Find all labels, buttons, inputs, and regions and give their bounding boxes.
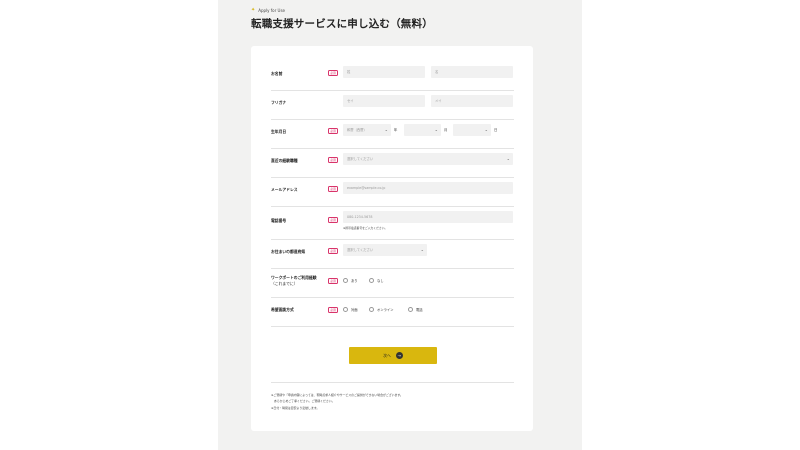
birthdate-label: 生年月日 [271,129,287,134]
birth-year-value: 和暦（西暦） [347,128,367,132]
occupation-select[interactable]: 選択してください ⌄ [343,153,513,165]
prefecture-select[interactable]: 選択してください ⌄ [343,244,427,256]
occupation-value: 選択してください [347,157,374,161]
form-row-prefecture: お住まいの都道府県 必須 選択してください ⌄ [271,239,514,269]
radio-interview-phone[interactable]: 電話 [408,307,423,312]
first-name-input[interactable]: 名 [431,66,513,78]
name-label: お名前 [271,71,283,76]
sparkle-icon: ✦ [251,7,256,13]
email-label: メールアドレス [271,187,298,192]
radio-circle-icon [369,278,374,283]
email-field[interactable]: example@sample.co.jp [343,182,513,194]
phone-label: 電話番号 [271,218,287,223]
work-support-label: ワークポートのご利用経験 [271,275,317,280]
chevron-down-icon: ⌄ [434,127,438,132]
occupation-label: 直近の経験職種 [271,158,298,163]
kana-label: フリガナ [271,100,287,105]
required-badge: 必須 [328,248,338,254]
eyebrow: ✦ Apply for Use [251,7,286,14]
work-support-sublabel: （これまでに） [271,281,298,286]
next-button[interactable]: 次へ → [349,347,437,364]
chevron-down-icon: ⌄ [384,127,388,132]
form-row-name: お名前 必須 姓 名 [271,61,514,91]
chevron-down-icon: ⌄ [420,247,424,252]
form-row-interview: 希望面談方式 必須 対面 オンライン 電話 [271,297,514,327]
radio-circle-icon [343,307,348,312]
form-row-email: メールアドレス 必須 example@sample.co.jp [271,177,514,207]
last-name-input[interactable]: 姓 [343,66,425,78]
form-row-kana: フリガナ セイ メイ [271,90,514,120]
arrow-right-icon: → [395,352,403,359]
form-row-phone: 電話番号 必須 080-1234-5678 ※携帯電話番号をご入力ください。 [271,206,514,240]
phone-hint: ※携帯電話番号をご入力ください。 [343,226,388,230]
radio-label: あり [351,279,358,283]
month-unit: 月 [444,128,448,132]
note-line: ※ご登録や「申請内容によっては、現時点求人紹介やサービスのご提供ができない場合が… [271,393,403,397]
next-button-label: 次へ [383,352,391,358]
year-unit: 年 [394,128,398,132]
required-badge: 必須 [328,217,338,223]
last-kana-input[interactable]: セイ [343,95,425,107]
form-row-work-support: ワークポートのご利用経験 （これまでに） 必須 あり なし [271,268,514,298]
required-badge: 必須 [328,128,338,134]
radio-work-support-yes[interactable]: あり [343,278,358,283]
prefecture-label: お住まいの都道府県 [271,249,306,254]
required-badge: 必須 [328,307,338,313]
page-title: 転職支援サービスに申し込む（無料） [251,18,433,30]
birth-year-select[interactable]: 和暦（西暦） ⌄ [343,124,391,136]
eyebrow-text: Apply for Use [258,8,286,13]
radio-circle-icon [343,278,348,283]
first-kana-input[interactable]: メイ [431,95,513,107]
required-badge: 必須 [328,70,338,76]
prefecture-value: 選択してください [347,248,374,252]
divider [271,382,514,383]
birth-day-select[interactable]: ⌄ [453,124,491,136]
form-row-occupation: 直近の経験職種 必須 選択してください ⌄ [271,148,514,178]
radio-interview-online[interactable]: オンライン [369,307,393,312]
radio-circle-icon [408,307,413,312]
radio-label: オンライン [377,308,394,312]
radio-label: なし [377,279,384,283]
birth-month-select[interactable]: ⌄ [404,124,441,136]
form-row-birthdate: 生年月日 必須 和暦（西暦） ⌄ 年 ⌄ 月 ⌄ 日 [271,119,514,149]
phone-field[interactable]: 080-1234-5678 [343,211,513,223]
note-line: あらかじめご了承ください。ご登録ください。 [271,399,335,403]
chevron-down-icon: ⌄ [484,127,488,132]
radio-interview-in-person[interactable]: 対面 [343,307,358,312]
interview-label: 希望面談方式 [271,307,294,312]
required-badge: 必須 [328,157,338,163]
form-card: お名前 必須 姓 名 フリガナ セイ メイ 生年月日 必須 和暦（西暦） ⌄ 年… [251,46,533,431]
chevron-down-icon: ⌄ [506,156,510,161]
radio-circle-icon [369,307,374,312]
radio-label: 対面 [351,308,358,312]
day-unit: 日 [494,128,498,132]
required-badge: 必須 [328,186,338,192]
required-badge: 必須 [328,278,338,284]
radio-label: 電話 [416,308,423,312]
radio-work-support-no[interactable]: なし [369,278,384,283]
note-line: ※日付・時間は目安より変動します。 [271,406,320,410]
